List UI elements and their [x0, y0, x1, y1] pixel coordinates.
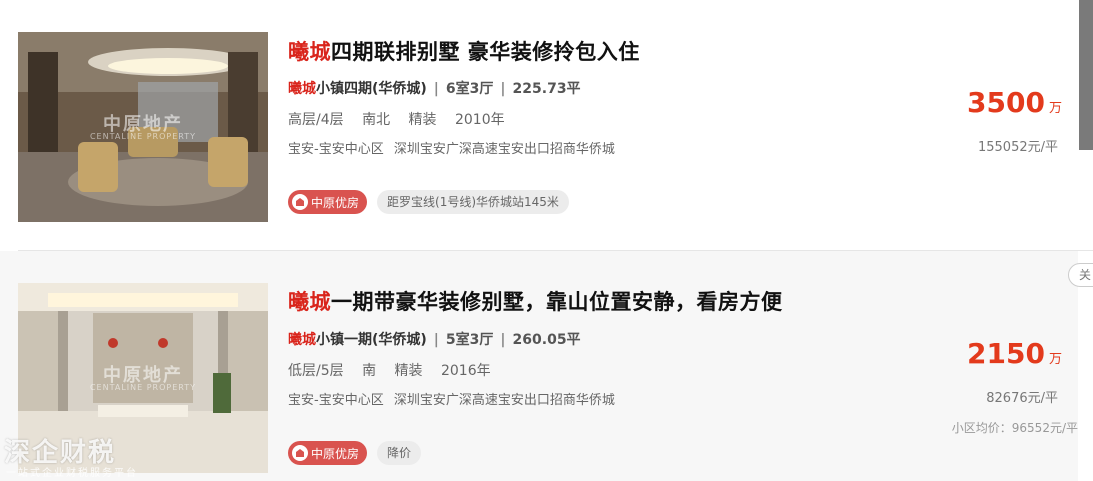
district: 宝安-宝安中心区 [288, 142, 384, 157]
district: 宝安-宝安中心区 [288, 393, 384, 408]
listing-title[interactable]: 曦城一期带豪华装修别墅，靠山位置安静，看房方便 [288, 286, 783, 316]
estate-link[interactable]: 曦城小镇一期(华侨城) [288, 332, 427, 348]
separator: | [433, 332, 439, 348]
quality-badge: 中原优房 [288, 441, 368, 465]
floor-area: 225.73平 [512, 81, 581, 97]
listing-attributes: 高层/4层 南北 精装 2010年 [288, 109, 519, 129]
room-layout: 5室3厅 [445, 332, 494, 348]
price-value: 3500 [967, 86, 1045, 119]
room-layout: 6室3厅 [445, 81, 494, 97]
address: 深圳宝安广深高速宝安出口招商华侨城 [393, 142, 615, 157]
listing-address: 宝安-宝安中心区 深圳宝安广深高速宝安出口招商华侨城 [288, 389, 621, 408]
decoration: 精装 [408, 112, 437, 128]
price-drop-tag: 降价 [377, 441, 422, 465]
decoration: 精装 [394, 363, 423, 379]
badge-label: 中原优房 [311, 446, 360, 461]
listing-info: 曦城小镇一期(华侨城) | 5室3厅 | 260.05平 [288, 329, 581, 349]
badge-label: 中原优房 [311, 195, 360, 210]
orientation: 南北 [362, 112, 391, 128]
house-shield-icon [292, 194, 308, 210]
total-price: 2150 万 [967, 337, 1062, 370]
listing-photo[interactable]: 中原地产 CENTALINE PROPERTY [18, 32, 268, 222]
title-text: 一期带豪华装修别墅，靠山位置安静，看房方便 [331, 290, 783, 314]
listing-tags: 中原优房 降价 [288, 441, 422, 465]
listing-attributes: 低层/5层 南 精装 2016年 [288, 360, 505, 380]
subway-tag: 距罗宝线(1号线)华侨城站145米 [377, 190, 569, 214]
separator: | [433, 81, 439, 97]
listing-title[interactable]: 曦城四期联排别墅 豪华装修拎包入住 [288, 36, 640, 66]
estate-highlight: 曦城 [288, 332, 316, 348]
follow-button[interactable]: 关 [1068, 263, 1093, 287]
price-unit: 万 [1048, 101, 1062, 116]
house-shield-icon [292, 445, 308, 461]
photo-watermark-sub: CENTALINE PROPERTY [89, 383, 197, 392]
title-highlight: 曦城 [288, 290, 331, 314]
overlay-slogan-watermark: 一站式企业财税服务平台 [6, 468, 138, 479]
price-unit: 万 [1048, 352, 1062, 367]
estate-highlight: 曦城 [288, 81, 316, 97]
photo-watermark-sub: CENTALINE PROPERTY [89, 132, 197, 141]
title-highlight: 曦城 [288, 40, 331, 64]
estate-name: 小镇四期(华侨城) [316, 81, 427, 97]
floor-level: 低层/5层 [288, 363, 344, 379]
estate-name: 小镇一期(华侨城) [316, 332, 427, 348]
unit-price: 82676元/平 [986, 391, 1058, 406]
estate-average-price: 小区均价：96552元/平 [951, 421, 1078, 435]
orientation: 南 [362, 363, 377, 379]
listing-tags: 中原优房 距罗宝线(1号线)华侨城站145米 [288, 190, 569, 214]
build-year: 2016年 [440, 363, 491, 379]
scrollbar[interactable] [1079, 0, 1093, 150]
listing-card[interactable]: 中原地产 CENTALINE PROPERTY 曦城一期带豪华装修别墅，靠山位置… [0, 251, 1078, 481]
price-value: 2150 [967, 337, 1045, 370]
title-text: 四期联排别墅 豪华装修拎包入住 [331, 40, 640, 64]
unit-price: 155052元/平 [977, 140, 1058, 155]
build-year: 2010年 [454, 112, 505, 128]
separator: | [500, 332, 506, 348]
listing-info: 曦城小镇四期(华侨城) | 6室3厅 | 225.73平 [288, 78, 581, 98]
total-price: 3500 万 [967, 86, 1062, 119]
listing-address: 宝安-宝安中心区 深圳宝安广深高速宝安出口招商华侨城 [288, 138, 621, 157]
floor-level: 高层/4层 [288, 112, 344, 128]
floor-area: 260.05平 [512, 332, 581, 348]
separator: | [500, 81, 506, 97]
address: 深圳宝安广深高速宝安出口招商华侨城 [393, 393, 615, 408]
estate-link[interactable]: 曦城小镇四期(华侨城) [288, 81, 427, 97]
quality-badge: 中原优房 [288, 190, 368, 214]
listing-card[interactable]: 中原地产 CENTALINE PROPERTY 曦城四期联排别墅 豪华装修拎包入… [0, 0, 1078, 240]
